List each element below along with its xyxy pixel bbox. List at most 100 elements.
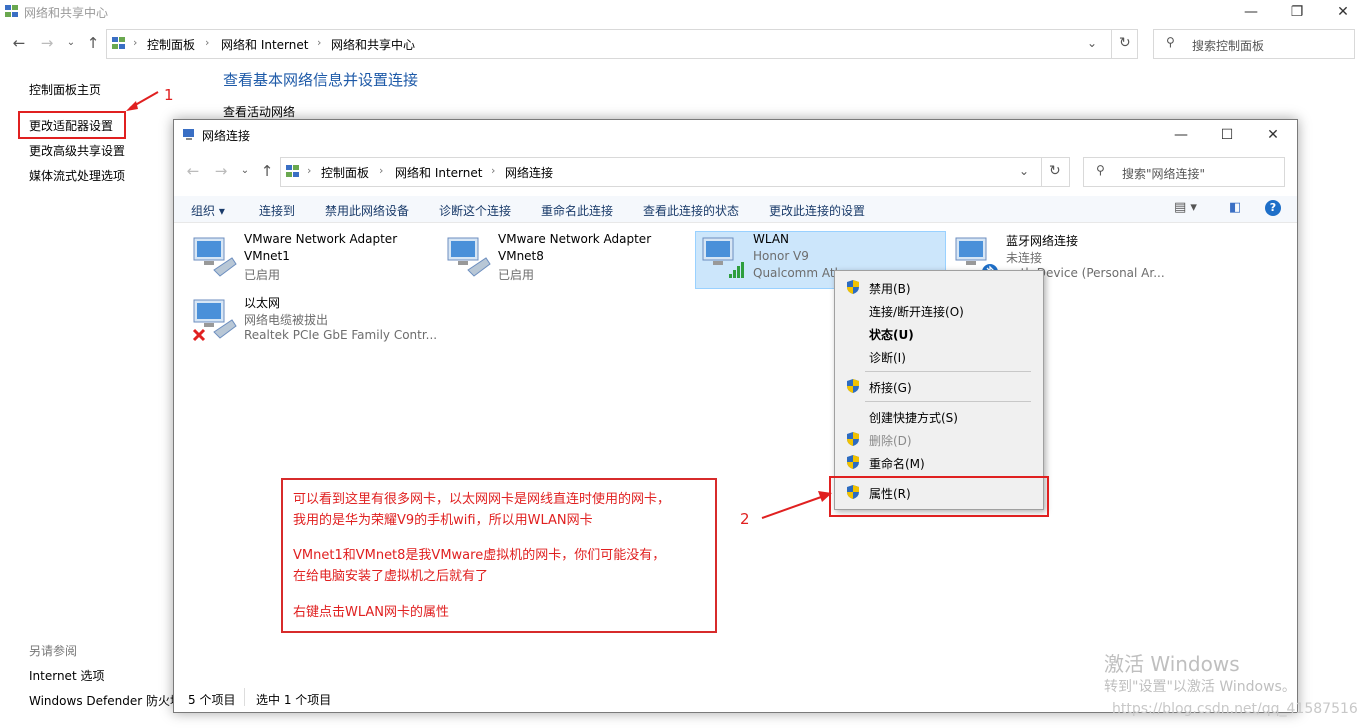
- diagnose-button[interactable]: 诊断这个连接: [439, 202, 511, 219]
- close-icon[interactable]: ✕: [1320, 0, 1366, 24]
- menu-item-disable[interactable]: 禁用(B): [835, 276, 1043, 298]
- context-menu: 禁用(B) 连接/断开连接(O) 状态(U) 诊断(I) 桥接(G) 创建快捷方…: [834, 270, 1044, 510]
- inner-breadcrumb-control-panel[interactable]: 控制面板: [321, 164, 369, 181]
- minimize-icon[interactable]: —: [1228, 0, 1274, 24]
- note-line: VMnet1和VMnet8是我VMware虚拟机的网卡，你们可能没有，: [293, 548, 666, 563]
- inner-breadcrumb-network-internet[interactable]: 网络和 Internet: [395, 164, 482, 181]
- breadcrumb-network-center[interactable]: 网络和共享中心: [331, 36, 415, 53]
- uac-shield-icon: [847, 379, 859, 393]
- inner-up-arrow-icon[interactable]: ↑: [256, 160, 278, 182]
- inner-forward-arrow-icon[interactable]: →: [210, 160, 232, 182]
- adapter-name: VMware Network Adapter: [244, 232, 398, 246]
- change-settings-button[interactable]: 更改此连接的设置: [769, 202, 865, 219]
- outer-title-bar: 网络和共享中心 — ❐ ✕: [0, 0, 1366, 24]
- outer-address-row: ← → ⌄ ↑ › 控制面板 › 网络和 Internet › 网络和共享中心 …: [0, 28, 1366, 60]
- uac-shield-icon: [847, 280, 859, 294]
- adapter-device: VMnet1: [244, 249, 290, 263]
- adapter-device: Qualcomm Ath: [753, 266, 843, 280]
- breadcrumb-network-internet[interactable]: 网络和 Internet: [221, 36, 308, 53]
- menu-separator: [865, 371, 1031, 372]
- adapter-device: VMnet8: [498, 249, 544, 263]
- restore-icon[interactable]: ❐: [1274, 0, 1320, 24]
- inner-close-icon[interactable]: ✕: [1250, 123, 1296, 147]
- annotation-label-1: 1: [164, 86, 174, 104]
- note-line: 我用的是华为荣耀V9的手机wifi，所以用WLAN网卡: [293, 513, 593, 528]
- search-icon: ⚲: [1166, 35, 1175, 49]
- forward-arrow-icon[interactable]: →: [36, 32, 58, 54]
- adapter-ethernet[interactable]: 以太网 网络电缆被拔出 Realtek PCIe GbE Family Cont…: [186, 294, 437, 350]
- preview-pane-icon[interactable]: ◧: [1229, 200, 1241, 215]
- note-line: 在给电脑安装了虚拟机之后就有了: [293, 569, 489, 584]
- inner-chevron-down-icon[interactable]: ⌄: [234, 160, 256, 182]
- main-heading: 查看基本网络信息并设置连接: [223, 71, 419, 89]
- menu-item-create-shortcut[interactable]: 创建快捷方式(S): [835, 405, 1043, 427]
- menu-item-diagnose[interactable]: 诊断(I): [835, 345, 1043, 367]
- item-count: 5 个项目: [188, 693, 236, 707]
- inner-title-bar: 网络连接 — ☐ ✕: [174, 120, 1297, 150]
- menu-item-connect-disconnect[interactable]: 连接/断开连接(O): [835, 299, 1043, 321]
- back-arrow-icon[interactable]: ←: [8, 32, 30, 54]
- adapter-name: VMware Network Adapter: [498, 232, 652, 246]
- inner-window-title: 网络连接: [202, 129, 251, 143]
- inner-search-placeholder: 搜索"网络连接": [1122, 167, 1206, 181]
- annotation-arrow-2: [761, 491, 832, 519]
- adapter-name: 以太网: [244, 296, 281, 310]
- view-status-button[interactable]: 查看此连接的状态: [643, 202, 739, 219]
- menu-item-label: 连接/断开连接(O): [869, 305, 964, 319]
- adapter-status: 网络电缆被拔出: [244, 313, 329, 327]
- wifi-adapter-icon: [702, 237, 744, 278]
- network-connections-icon: [183, 129, 194, 140]
- adapter-status: 已启用: [244, 268, 281, 282]
- inner-breadcrumb-network-connections[interactable]: 网络连接: [505, 164, 553, 181]
- adapter-vmnet8[interactable]: VMware Network Adapter VMnet8 已启用: [440, 232, 685, 288]
- selected-count: 选中 1 个项目: [256, 693, 332, 707]
- menu-item-delete[interactable]: 删除(D): [835, 428, 1043, 450]
- menu-item-label: 创建快捷方式(S): [869, 411, 958, 425]
- sidebar-link-internet-options[interactable]: Internet 选项: [29, 667, 104, 684]
- adapter-status: 已启用: [498, 268, 535, 282]
- sidebar-link-home[interactable]: 控制面板主页: [29, 81, 101, 98]
- help-icon[interactable]: ?: [1265, 200, 1281, 216]
- command-bar: 组织 ▾ 连接到 禁用此网络设备 诊断这个连接 重命名此连接 查看此连接的状态 …: [174, 196, 1297, 223]
- menu-item-label: 状态(U): [869, 328, 914, 342]
- adapter-network: Honor V9: [753, 249, 809, 263]
- sidebar-link-advanced-sharing[interactable]: 更改高级共享设置: [29, 142, 125, 159]
- activation-watermark-subtitle: 转到"设置"以激活 Windows。: [1104, 679, 1296, 695]
- activation-watermark-title: 激活 Windows: [1104, 652, 1240, 676]
- sidebar-link-media-streaming[interactable]: 媒体流式处理选项: [29, 167, 125, 184]
- blog-watermark: https://blog.csdn.net/qq_41587516: [1112, 701, 1358, 717]
- network-adapter-icon: [447, 237, 491, 277]
- inner-maximize-icon[interactable]: ☐: [1204, 123, 1250, 147]
- disable-device-button[interactable]: 禁用此网络设备: [325, 202, 409, 219]
- menu-item-label: 桥接(G): [869, 381, 912, 395]
- note-line: 右键点击WLAN网卡的属性: [293, 605, 450, 620]
- breadcrumb-control-panel[interactable]: 控制面板: [147, 36, 195, 53]
- inner-minimize-icon[interactable]: —: [1158, 123, 1204, 147]
- inner-address-dropdown-icon[interactable]: ⌄: [1019, 164, 1029, 178]
- organize-label: 组织: [191, 204, 216, 218]
- inner-search-box[interactable]: ⚲ 搜索"网络连接": [1083, 157, 1285, 187]
- note-line: 可以看到这里有很多网卡，以太网网卡是网线直连时使用的网卡，: [293, 492, 671, 507]
- view-options-icon[interactable]: ▤ ▾: [1174, 200, 1197, 215]
- outer-address-bar[interactable]: › 控制面板 › 网络和 Internet › 网络和共享中心 ⌄ ↻: [106, 29, 1138, 59]
- inner-refresh-icon[interactable]: ↻: [1049, 163, 1061, 179]
- chevron-down-icon[interactable]: ⌄: [60, 32, 82, 54]
- menu-item-status[interactable]: 状态(U): [835, 322, 1043, 344]
- menu-item-rename[interactable]: 重命名(M): [835, 451, 1043, 473]
- adapter-vmnet1[interactable]: VMware Network Adapter VMnet1 已启用: [186, 232, 431, 288]
- menu-item-bridge[interactable]: 桥接(G): [835, 375, 1043, 397]
- outer-search-box[interactable]: ⚲ 搜索控制面板: [1153, 29, 1355, 59]
- sidebar-link-change-adapter[interactable]: 更改适配器设置: [29, 117, 113, 134]
- organize-button[interactable]: 组织 ▾: [191, 202, 225, 219]
- rename-button[interactable]: 重命名此连接: [541, 202, 613, 219]
- inner-back-arrow-icon[interactable]: ←: [182, 160, 204, 182]
- menu-separator: [865, 401, 1031, 402]
- connect-to-button[interactable]: 连接到: [259, 202, 295, 219]
- sidebar-link-firewall[interactable]: Windows Defender 防火墙: [29, 692, 182, 709]
- up-arrow-icon[interactable]: ↑: [82, 32, 104, 54]
- inner-address-bar[interactable]: › 控制面板 › 网络和 Internet › 网络连接 ⌄ ↻: [280, 157, 1070, 187]
- address-dropdown-icon[interactable]: ⌄: [1087, 36, 1097, 50]
- refresh-icon[interactable]: ↻: [1119, 35, 1131, 51]
- see-also-heading: 另请参阅: [29, 644, 78, 658]
- annotation-box-2: [829, 476, 1049, 517]
